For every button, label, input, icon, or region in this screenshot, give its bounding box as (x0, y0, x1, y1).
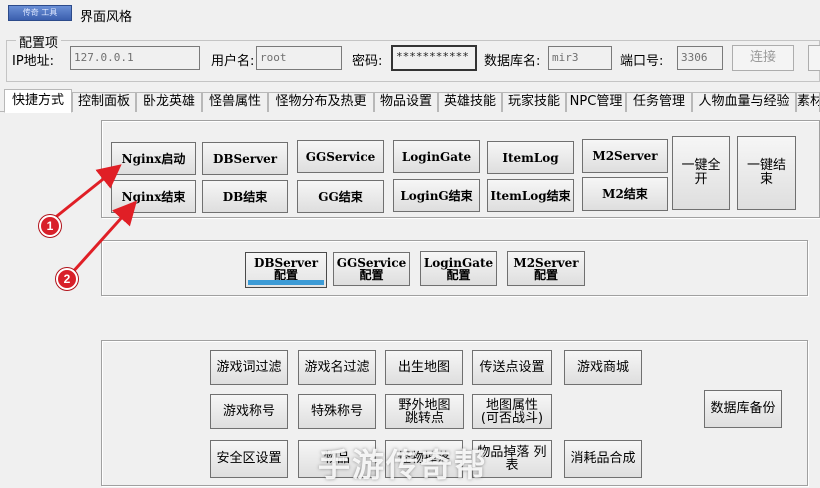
tab-hero-skills[interactable]: 英雄技能 (438, 92, 502, 112)
ggservice-config-button[interactable]: GGService 配置 (333, 252, 410, 286)
teleport-settings-button[interactable]: 传送点设置 (472, 350, 552, 385)
dbserver-start-button[interactable]: DBServer (202, 142, 288, 175)
db-field[interactable]: mir3 (548, 46, 612, 70)
start-all-button[interactable]: 一键全开 (672, 136, 730, 210)
logingate-config-button[interactable]: LoginGate 配置 (420, 251, 497, 286)
m2server-start-button[interactable]: M2Server (582, 139, 668, 173)
annotation-badge-1: 1 (39, 215, 61, 237)
menu-interface-style[interactable]: 界面风格 (80, 6, 132, 25)
nginx-stop-button[interactable]: Nginx结束 (111, 180, 196, 213)
ip-label: IP地址: (12, 54, 55, 69)
tab-task-management[interactable]: 任务管理 (626, 92, 692, 112)
tab-control-panel[interactable]: 控制面板 (72, 92, 136, 112)
password-field[interactable]: *********** (391, 45, 477, 71)
database-backup-button[interactable]: 数据库备份 (704, 390, 782, 428)
m2-stop-button[interactable]: M2结束 (582, 177, 668, 211)
db-label: 数据库名: (484, 54, 541, 69)
logingate-stop-button[interactable]: LoginG结束 (393, 179, 480, 212)
nginx-start-button[interactable]: Nginx启动 (111, 142, 196, 175)
connect-button[interactable]: 连接 (732, 45, 794, 71)
itemlog-start-button[interactable]: ItemLog (487, 141, 574, 174)
game-title-button[interactable]: 游戏称号 (210, 394, 288, 429)
port-label: 端口号: (620, 54, 664, 69)
itemlog-stop-button[interactable]: ItemLog结束 (487, 179, 574, 212)
ggservice-start-button[interactable]: GGService (297, 140, 384, 173)
tab-player-skills[interactable]: 玩家技能 (502, 92, 566, 112)
map-attributes-button[interactable]: 地图属性 (可否战斗) (472, 394, 552, 429)
m2server-config-button[interactable]: M2Server 配置 (507, 251, 585, 286)
password-label: 密码: (352, 54, 383, 69)
wild-map-jump-button[interactable]: 野外地图 跳转点 (385, 394, 464, 429)
spawn-map-button[interactable]: 出生地图 (385, 350, 463, 385)
gg-stop-button[interactable]: GG结束 (297, 180, 384, 213)
user-label: 用户名: (211, 54, 255, 69)
tab-wolong-hero[interactable]: 卧龙英雄 (136, 92, 202, 112)
stop-all-button[interactable]: 一键结束 (737, 136, 796, 210)
port-field[interactable]: 3306 (677, 46, 723, 70)
tab-assets[interactable]: 素材 (796, 92, 820, 112)
watermark: 手游传奇帮 (318, 446, 489, 484)
ip-field[interactable]: 127.0.0.1 (70, 46, 200, 70)
game-shop-button[interactable]: 游戏商城 (564, 350, 642, 385)
config-group-title: 配置项 (16, 32, 62, 51)
name-filter-button[interactable]: 游戏名过滤 (298, 350, 376, 385)
safe-zone-button[interactable]: 安全区设置 (210, 440, 288, 478)
user-field[interactable]: root (256, 46, 342, 70)
extra-button[interactable] (808, 45, 820, 71)
tab-character-hp-exp[interactable]: 人物血量与经验 (692, 92, 796, 112)
tab-monster-attributes[interactable]: 怪兽属性 (202, 92, 268, 112)
tab-shortcuts[interactable]: 快捷方式 (4, 89, 72, 113)
consumable-synthesis-button[interactable]: 消耗品合成 (564, 440, 642, 478)
annotation-badge-2: 2 (56, 268, 78, 290)
tab-item-settings[interactable]: 物品设置 (374, 92, 438, 112)
logingate-start-button[interactable]: LoginGate (393, 140, 480, 173)
tab-monster-distribution[interactable]: 怪物分布及热更 (268, 92, 374, 112)
dbserver-config-button[interactable]: DBServer 配置 (245, 252, 327, 288)
word-filter-button[interactable]: 游戏词过滤 (210, 350, 288, 385)
app-logo: 传奇 工具 (8, 5, 72, 21)
tab-npc-management[interactable]: NPC管理 (566, 92, 626, 112)
special-title-button[interactable]: 特殊称号 (298, 394, 376, 429)
db-stop-button[interactable]: DB结束 (202, 180, 288, 213)
